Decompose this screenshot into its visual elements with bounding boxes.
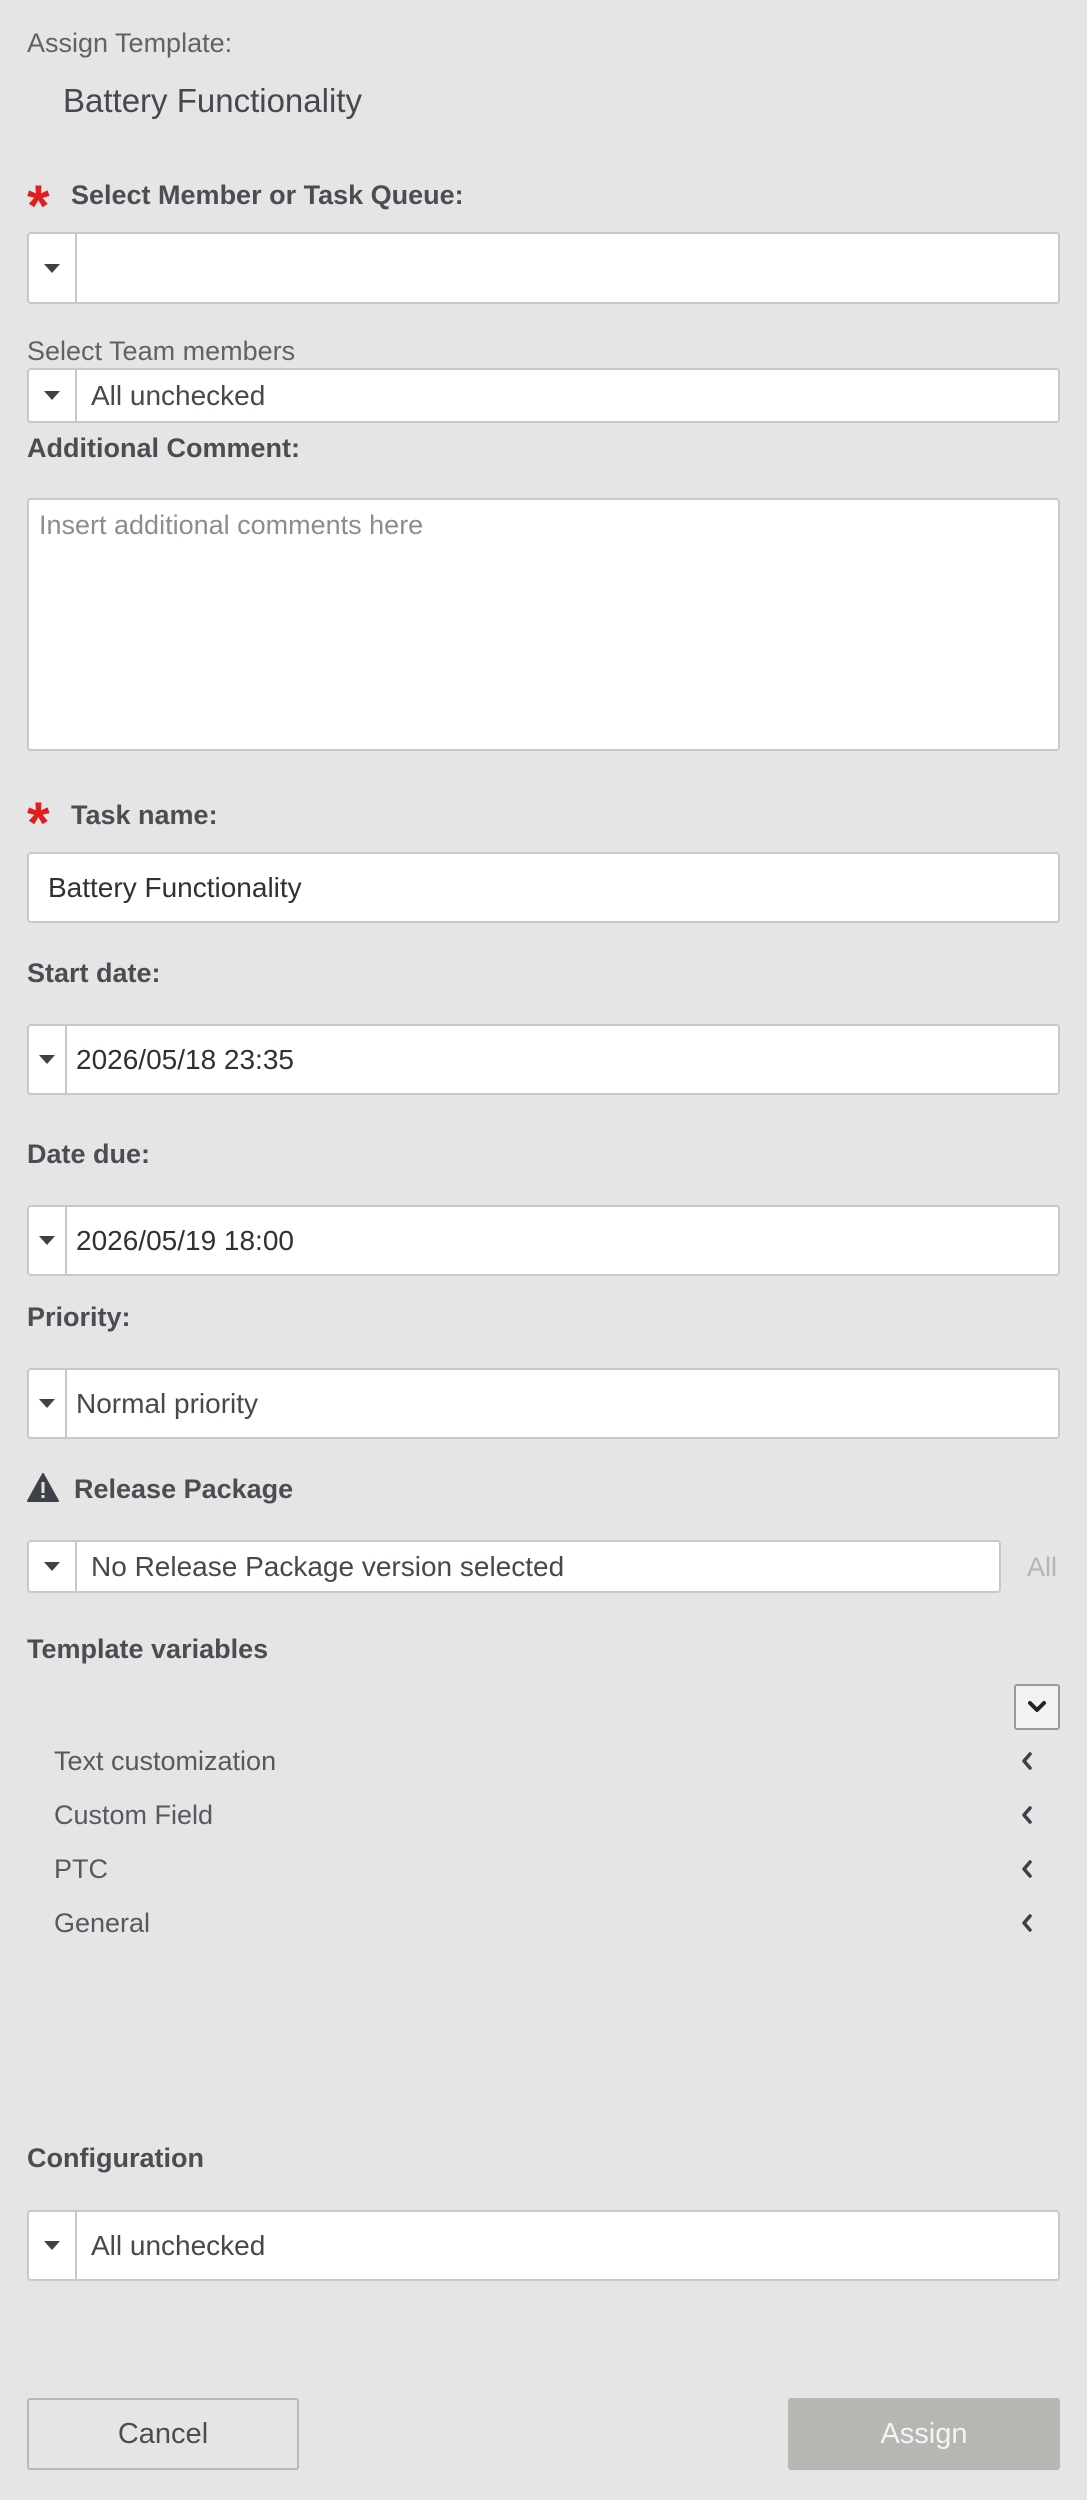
cancel-button[interactable]: Cancel <box>27 2398 299 2470</box>
caret-down-icon <box>39 1399 55 1408</box>
start-date-dropdown-toggle[interactable] <box>29 1026 67 1093</box>
comment-label: Additional Comment: <box>27 433 300 463</box>
comment-textarea[interactable] <box>27 498 1060 751</box>
assign-template-caption: Assign Template: <box>27 28 233 58</box>
release-package-value: No Release Package version selected <box>91 1550 565 1582</box>
template-variables-label: Template variables <box>27 1634 269 1664</box>
configuration-dropdown-toggle[interactable] <box>29 2212 77 2279</box>
configuration-label: Configuration <box>27 2143 204 2173</box>
caret-down-icon <box>39 1055 55 1064</box>
start-date-value: 2026/05/18 23:35 <box>76 1043 294 1075</box>
chevron-down-icon <box>1028 1701 1046 1712</box>
priority-select[interactable]: Normal priority <box>27 1368 1060 1439</box>
configuration-select[interactable]: All unchecked <box>27 2210 1060 2281</box>
template-variable-label: PTC <box>54 1853 108 1884</box>
task-name-value: Battery Functionality <box>48 871 302 903</box>
chevron-left-icon <box>1022 1806 1032 1824</box>
release-package-select[interactable]: No Release Package version selected <box>27 1540 1001 1593</box>
chevron-left-icon <box>1022 1860 1032 1878</box>
chevron-left-icon <box>1022 1752 1032 1770</box>
template-variable-item[interactable]: Custom Field <box>54 1795 1034 1835</box>
assign-button[interactable]: Assign <box>788 2398 1060 2470</box>
member-queue-label: Select Member or Task Queue: <box>71 180 464 210</box>
member-queue-select[interactable] <box>27 232 1060 304</box>
release-package-all-link[interactable]: All <box>1027 1552 1057 1583</box>
date-due-picker[interactable]: 2026/05/19 18:00 <box>27 1205 1060 1276</box>
template-variable-label: General <box>54 1907 151 1938</box>
team-members-value: All unchecked <box>91 379 266 411</box>
priority-dropdown-toggle[interactable] <box>29 1370 67 1437</box>
date-due-value: 2026/05/19 18:00 <box>76 1224 294 1256</box>
release-package-label: Release Package <box>74 1474 294 1504</box>
task-name-label: Task name: <box>71 800 218 830</box>
start-date-label: Start date: <box>27 958 161 988</box>
template-variable-item[interactable]: PTC <box>54 1849 1034 1889</box>
caret-down-icon <box>44 391 60 400</box>
priority-label: Priority: <box>27 1302 131 1332</box>
template-name: Battery Functionality <box>63 82 362 119</box>
required-asterisk-icon: * <box>27 791 50 856</box>
chevron-left-icon <box>1022 1914 1032 1932</box>
caret-down-icon <box>44 2241 60 2250</box>
template-variable-label: Custom Field <box>54 1799 214 1830</box>
release-package-dropdown-toggle[interactable] <box>29 1542 77 1591</box>
start-date-picker[interactable]: 2026/05/18 23:35 <box>27 1024 1060 1095</box>
team-members-select[interactable]: All unchecked <box>27 368 1060 423</box>
template-variables-collapse-button[interactable] <box>1014 1684 1060 1730</box>
team-members-label: Select Team members <box>27 336 296 366</box>
caret-down-icon <box>39 1236 55 1245</box>
member-queue-dropdown-toggle[interactable] <box>29 234 77 302</box>
caret-down-icon <box>44 1562 60 1571</box>
date-due-label: Date due: <box>27 1139 151 1169</box>
date-due-dropdown-toggle[interactable] <box>29 1207 67 1274</box>
member-queue-value <box>77 234 91 302</box>
warning-icon <box>27 1473 59 1502</box>
team-members-dropdown-toggle[interactable] <box>29 370 77 421</box>
template-variable-item[interactable]: Text customization <box>54 1741 1034 1781</box>
required-asterisk-icon: * <box>27 174 50 239</box>
template-variable-item[interactable]: General <box>54 1903 1034 1943</box>
caret-down-icon <box>44 263 60 273</box>
configuration-value: All unchecked <box>91 2229 266 2261</box>
priority-value: Normal priority <box>76 1387 259 1419</box>
template-variable-label: Text customization <box>54 1745 277 1776</box>
task-name-input[interactable]: Battery Functionality <box>27 852 1060 923</box>
